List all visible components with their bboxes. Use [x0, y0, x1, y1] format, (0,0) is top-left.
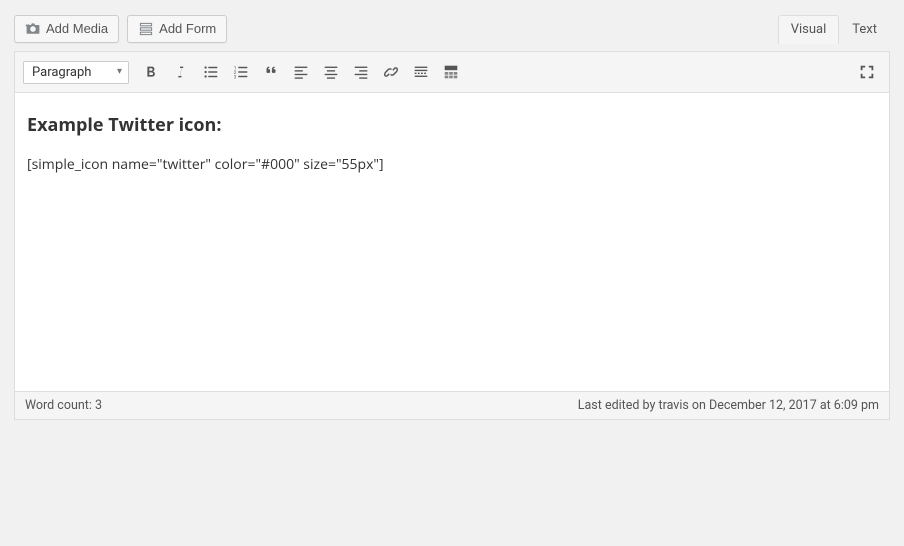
fullscreen-button[interactable]: [853, 58, 881, 86]
numbered-list-button[interactable]: 123: [227, 58, 255, 86]
align-center-button[interactable]: [317, 58, 345, 86]
add-form-label: Add Form: [159, 21, 216, 36]
link-icon: [382, 63, 400, 81]
align-right-button[interactable]: [347, 58, 375, 86]
bullet-list-button[interactable]: [197, 58, 225, 86]
form-icon: [138, 21, 154, 37]
camera-icon: [25, 21, 41, 37]
content-body: [simple_icon name="twitter" color="#000"…: [27, 155, 877, 174]
numbered-list-icon: 123: [232, 63, 250, 81]
bold-button[interactable]: [137, 58, 165, 86]
editor-top-row: Add Media Add Form Visual Text: [14, 14, 890, 43]
word-count: Word count: 3: [25, 398, 102, 413]
last-edited: Last edited by travis on December 12, 20…: [578, 398, 879, 413]
read-more-button[interactable]: [407, 58, 435, 86]
align-left-button[interactable]: [287, 58, 315, 86]
editor-content[interactable]: Example Twitter icon: [simple_icon name=…: [14, 92, 890, 392]
fullscreen-icon: [858, 63, 876, 81]
italic-icon: [172, 63, 190, 81]
content-heading: Example Twitter icon:: [27, 113, 877, 137]
format-select[interactable]: Paragraph: [23, 61, 129, 84]
toolbar-container: Paragraph 123: [14, 51, 890, 92]
tab-visual[interactable]: Visual: [778, 15, 840, 44]
toolbar-toggle-icon: [442, 63, 460, 81]
editor-tabs: Visual Text: [778, 14, 890, 43]
align-center-icon: [322, 63, 340, 81]
read-more-icon: [412, 63, 430, 81]
add-media-label: Add Media: [46, 21, 108, 36]
add-media-button[interactable]: Add Media: [14, 15, 119, 43]
link-button[interactable]: [377, 58, 405, 86]
editor-toolbar: Paragraph 123: [15, 52, 889, 92]
italic-button[interactable]: [167, 58, 195, 86]
svg-text:3: 3: [234, 74, 237, 80]
status-bar: Word count: 3 Last edited by travis on D…: [14, 392, 890, 420]
add-form-button[interactable]: Add Form: [127, 15, 227, 43]
toolbar-toggle-button[interactable]: [437, 58, 465, 86]
tab-text[interactable]: Text: [839, 15, 890, 44]
bullet-list-icon: [202, 63, 220, 81]
blockquote-icon: [262, 63, 280, 81]
align-left-icon: [292, 63, 310, 81]
bold-icon: [142, 63, 160, 81]
align-right-icon: [352, 63, 370, 81]
editor-container: Add Media Add Form Visual Text Paragraph: [0, 0, 904, 434]
blockquote-button[interactable]: [257, 58, 285, 86]
